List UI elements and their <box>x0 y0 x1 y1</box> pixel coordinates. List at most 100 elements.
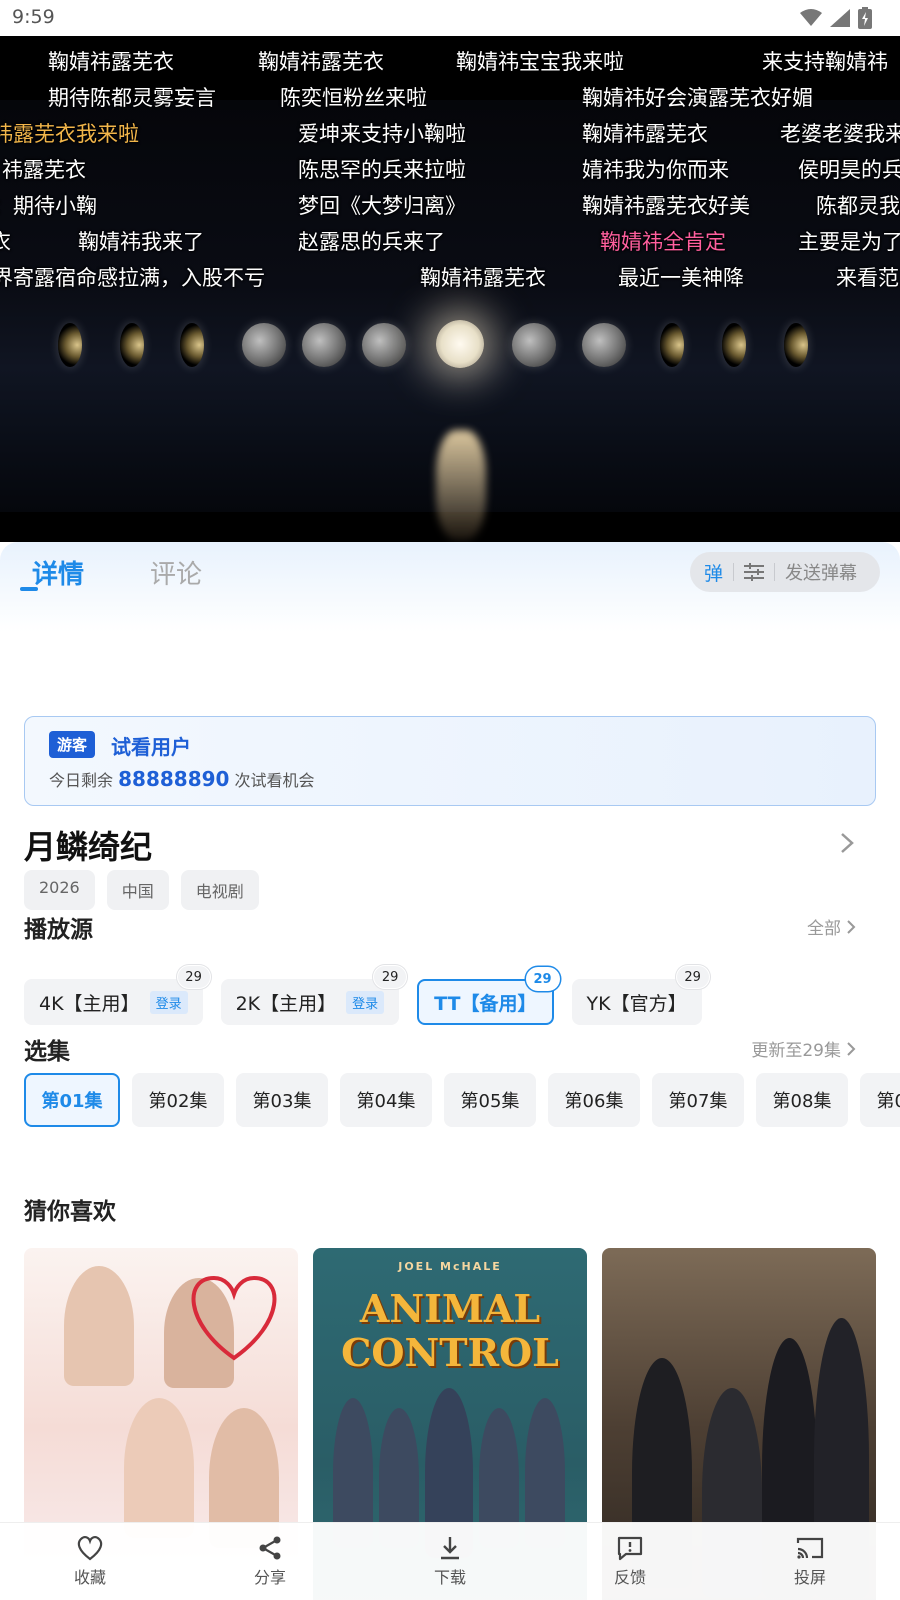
tag-type[interactable]: 电视剧 <box>180 870 259 910</box>
danmaku-comment: 界寄露宿命感拉满，入股不亏 <box>0 266 265 290</box>
trial-title: 试看用户 <box>111 735 191 759</box>
wifi-icon <box>800 9 822 26</box>
battery-icon <box>858 7 872 29</box>
status-icons <box>800 7 872 29</box>
source-yk[interactable]: YK【官方】 29 <box>571 965 710 1025</box>
trial-user-card: 游客 试看用户 今日剩余 88888890 次试看机会 <box>24 716 876 806</box>
cast-icon <box>796 1537 824 1559</box>
danmaku-comment: ：期待小鞠 <box>0 194 97 218</box>
danmaku-comment: 最近一美神降 <box>618 266 744 290</box>
danmaku-comment: 鞠婧祎露芜衣 <box>48 50 174 74</box>
episode-button[interactable]: 第07集 <box>652 1073 744 1127</box>
tag-year[interactable]: 2026 <box>24 870 95 910</box>
danmaku-comment: 鞠婧祎宝宝我来啦 <box>456 50 624 74</box>
login-tag: 登录 <box>346 990 385 1014</box>
danmaku-comment: 鞠婧祎露芜衣好美 <box>582 194 750 218</box>
danmaku-comment: 鞠婧祎露芜衣 <box>258 50 384 74</box>
danmaku-comment: 梦回《大梦归离》 <box>298 194 466 218</box>
download-button[interactable]: 下载 <box>410 1535 490 1588</box>
chevron-right-icon <box>847 919 856 934</box>
danmaku-comment: 鞠婧祎全肯定 <box>600 230 726 254</box>
show-tags: 2026 中国 电视剧 <box>24 870 259 910</box>
poster-brand: JOEL McHALE <box>398 1260 502 1273</box>
danmaku-comment: 祎露芜衣我来啦 <box>0 122 139 146</box>
danmaku-controls: 弹 发送弹幕 <box>690 552 880 592</box>
tab-indicator <box>20 587 38 591</box>
download-icon <box>441 1537 459 1560</box>
episodes-title: 选集 <box>24 1039 70 1065</box>
chevron-right-icon <box>847 1041 856 1056</box>
share-button[interactable]: 分享 <box>230 1535 310 1588</box>
danmaku-comment: 婧祎我为你而来 <box>582 158 729 182</box>
moon-reflection <box>436 430 486 540</box>
video-player[interactable]: 鞠婧祎露芜衣 鞠婧祎露芜衣 鞠婧祎宝宝我来啦 来支持鞠婧祎 期待陈都灵雾妄言 陈… <box>0 36 900 542</box>
episode-button[interactable]: 第03集 <box>236 1073 328 1127</box>
cast-button[interactable]: 投屏 <box>770 1535 850 1588</box>
guest-badge: 游客 <box>49 731 96 758</box>
sources-more-link[interactable]: 全部 <box>807 914 856 939</box>
episode-button[interactable]: 第05集 <box>444 1073 536 1127</box>
login-tag: 登录 <box>149 990 188 1014</box>
source-4k[interactable]: 4K【主用】 登录 29 <box>24 965 211 1025</box>
sources-title: 播放源 <box>24 917 93 943</box>
danmaku-settings-icon[interactable] <box>744 563 765 581</box>
episode-count-badge: 29 <box>373 965 408 989</box>
status-time: 9:59 <box>12 6 55 28</box>
danmaku-comment: 爱坤来支持小鞠啦 <box>298 122 466 146</box>
recommend-title: 猜你喜欢 <box>24 1199 116 1225</box>
poster-title-line1: ANIMAL <box>359 1286 541 1331</box>
episode-count-badge: 29 <box>525 967 560 991</box>
source-2k[interactable]: 2K【主用】 登录 29 <box>220 965 408 1025</box>
danmaku-comment: 陈奕恒粉丝来啦 <box>280 86 427 110</box>
danmaku-comment: 鞠婧祎露芜衣 <box>582 122 708 146</box>
bottom-action-bar: 收藏 分享 下载 反馈 投屏 <box>0 1522 900 1600</box>
source-tt[interactable]: TT【备用】 29 <box>417 967 560 1025</box>
episodes-more-link[interactable]: 更新至29集 <box>751 1036 856 1061</box>
danmaku-layer: 鞠婧祎露芜衣 鞠婧祎露芜衣 鞠婧祎宝宝我来啦 来支持鞠婧祎 期待陈都灵雾妄言 陈… <box>0 36 900 336</box>
danmaku-comment: 鞠婧祎我来了 <box>78 230 204 254</box>
show-title: 月鳞绮纪 <box>24 828 153 866</box>
episode-button[interactable]: 第08集 <box>756 1073 848 1127</box>
danmaku-comment: 衣 <box>0 230 11 254</box>
danmaku-comment: 鞠婧祎好会演露芜衣好媚 <box>582 86 813 110</box>
heart-icon <box>77 1535 103 1561</box>
episode-button[interactable]: 第04集 <box>340 1073 432 1127</box>
danmaku-comment: 侯明昊的兵 <box>798 158 900 182</box>
signal-icon <box>830 9 850 27</box>
send-danmaku-input[interactable]: 发送弹幕 <box>785 559 857 585</box>
poster-title-line2: CONTROL <box>341 1330 559 1375</box>
episode-button[interactable]: 第09集 <box>860 1073 900 1127</box>
danmaku-comment: 来看范 <box>836 266 899 290</box>
heart-decoration-icon <box>191 1275 277 1361</box>
tag-region[interactable]: 中国 <box>106 870 169 910</box>
share-icon <box>259 1536 281 1560</box>
danmaku-comment: 主要是为了 <box>798 230 900 254</box>
episode-button[interactable]: 第06集 <box>548 1073 640 1127</box>
feedback-icon <box>617 1536 643 1561</box>
chevron-right-icon[interactable] <box>840 832 854 854</box>
danmaku-comment: 祎露芜衣 <box>2 158 86 182</box>
danmaku-comment: 期待陈都灵雾妄言 <box>48 86 216 110</box>
source-list: 4K【主用】 登录 29 2K【主用】 登录 29 TT【备用】 29 YK【官… <box>24 965 710 1025</box>
episode-list: 第01集 第02集 第03集 第04集 第05集 第06集 第07集 第08集 … <box>24 1073 900 1127</box>
feedback-button[interactable]: 反馈 <box>590 1535 670 1588</box>
tab-bar: 详情 评论 <box>32 554 202 591</box>
episode-button[interactable]: 第01集 <box>24 1073 120 1127</box>
trial-remaining: 今日剩余 88888890 次试看机会 <box>49 767 315 791</box>
danmaku-comment: 老婆老婆我来 <box>780 122 900 146</box>
episode-count-badge: 29 <box>176 965 211 989</box>
episode-button[interactable]: 第02集 <box>132 1073 224 1127</box>
favorite-button[interactable]: 收藏 <box>50 1535 130 1588</box>
tab-details[interactable]: 详情 <box>32 554 84 591</box>
episode-count-badge: 29 <box>675 965 710 989</box>
danmaku-toggle-button[interactable]: 弹 <box>704 559 723 586</box>
detail-panel: 详情 评论 弹 发送弹幕 游客 试看用户 今日剩余 88888890 次试看机会… <box>0 542 900 1600</box>
danmaku-comment: 陈思罕的兵来拉啦 <box>298 158 466 182</box>
tab-comments[interactable]: 评论 <box>150 554 202 591</box>
danmaku-comment: 来支持鞠婧祎 <box>762 50 888 74</box>
trial-count: 88888890 <box>118 767 230 791</box>
danmaku-comment: 鞠婧祎露芜衣 <box>420 266 546 290</box>
danmaku-comment: 陈都灵我 <box>816 194 900 218</box>
status-bar: 9:59 <box>0 0 900 36</box>
danmaku-comment: 赵露思的兵来了 <box>298 230 445 254</box>
